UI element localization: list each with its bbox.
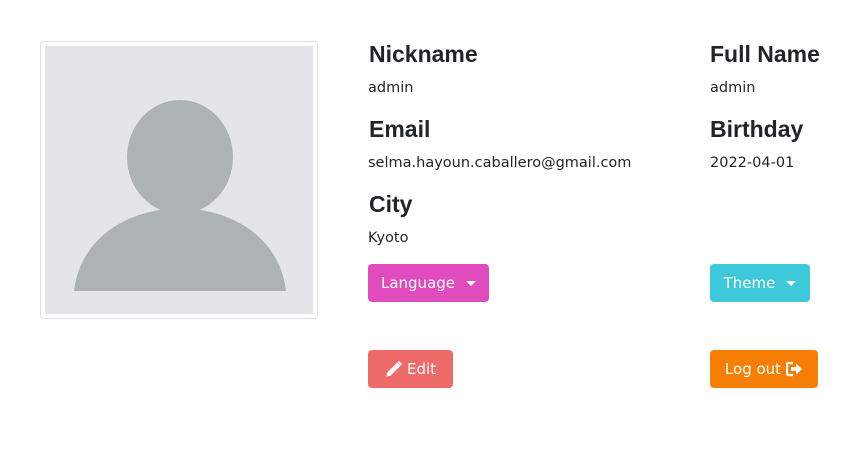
caret-down-icon: [466, 280, 477, 286]
birthday-label: Birthday: [710, 116, 804, 142]
theme-dropdown-button[interactable]: Theme: [710, 264, 810, 302]
avatar: [40, 41, 318, 319]
theme-button-label: Theme: [723, 274, 776, 292]
nickname-value: admin: [368, 80, 414, 96]
nickname-label: Nickname: [369, 41, 478, 67]
caret-down-icon: [786, 280, 797, 286]
language-dropdown-button[interactable]: Language: [368, 264, 489, 302]
email-value: selma.hayoun.caballero@gmail.com: [368, 155, 632, 171]
pencil-icon: [386, 360, 402, 377]
sign-out-icon: [786, 361, 803, 377]
city-label: City: [369, 191, 413, 217]
user-placeholder-icon: [45, 46, 313, 314]
logout-button[interactable]: Log out: [710, 350, 818, 388]
full-name-value: admin: [710, 80, 756, 96]
full-name-label: Full Name: [710, 41, 820, 67]
email-label: Email: [369, 116, 431, 142]
birthday-value: 2022-04-01: [710, 155, 795, 171]
language-button-label: Language: [380, 274, 456, 292]
edit-button[interactable]: Edit: [368, 350, 453, 388]
logout-button-label: Log out: [724, 360, 782, 378]
edit-button-label: Edit: [406, 360, 437, 378]
city-value: Kyoto: [368, 230, 409, 246]
